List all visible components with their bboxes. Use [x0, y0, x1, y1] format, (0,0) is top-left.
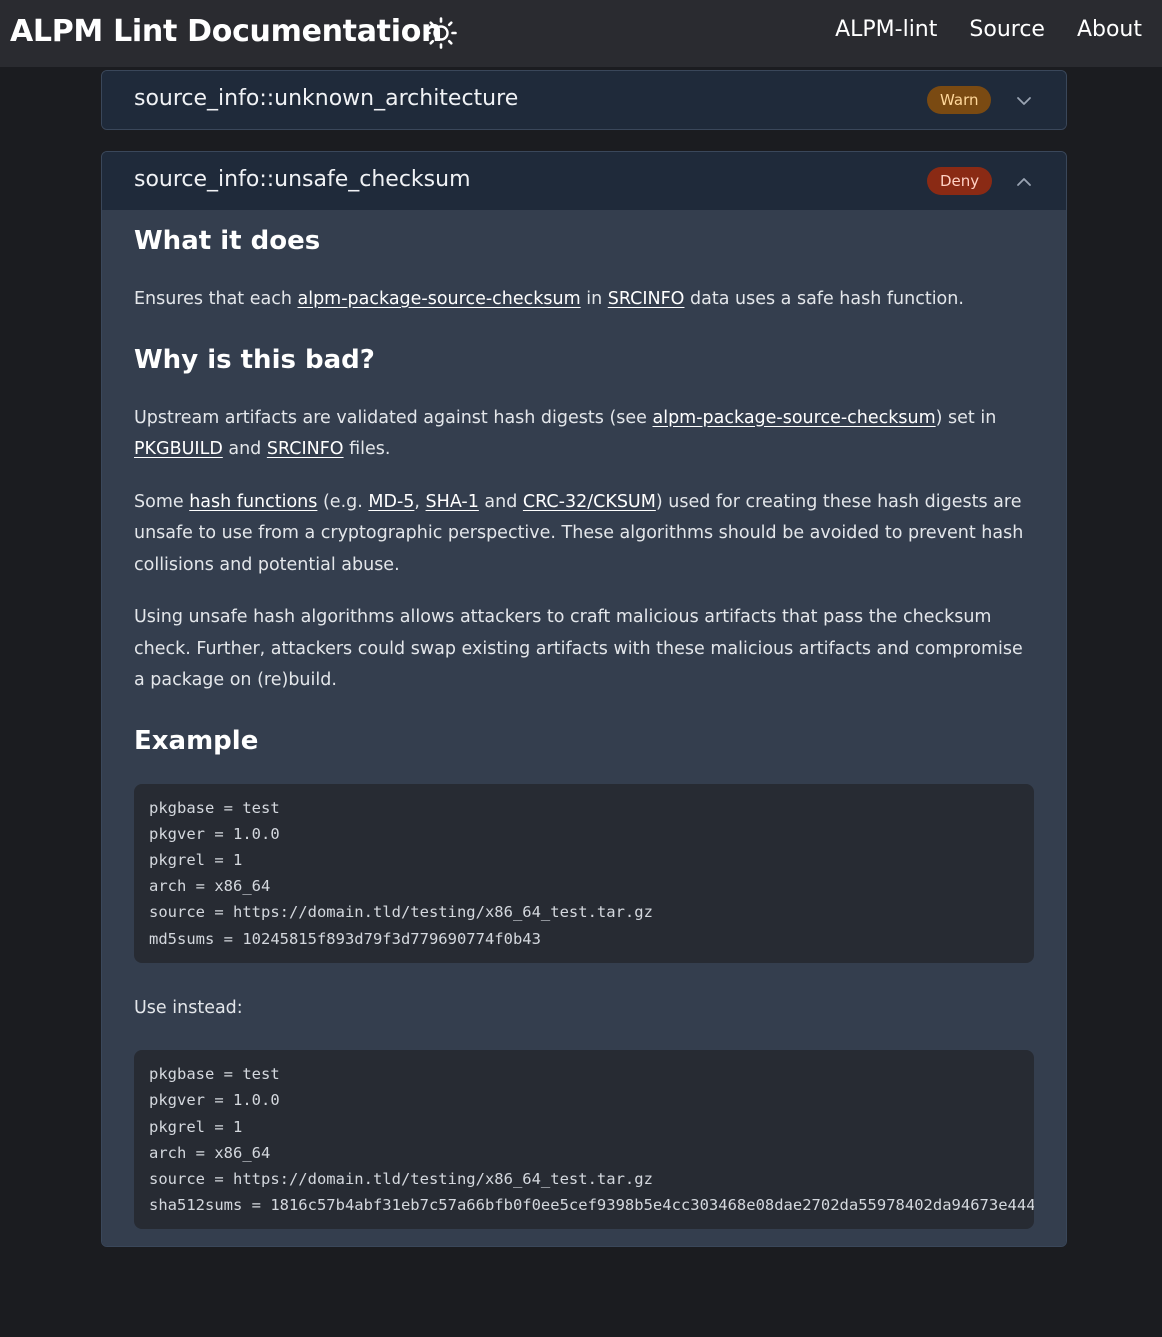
link-srcinfo[interactable]: SRCINFO	[267, 439, 344, 459]
nav-link-about[interactable]: About	[1077, 17, 1142, 42]
section-heading-why: Why is this bad?	[134, 344, 375, 375]
link-srcinfo[interactable]: SRCINFO	[608, 289, 685, 309]
why-paragraph-2: Some hash functions (e.g. MD-5, SHA-1 an…	[134, 491, 1024, 575]
main-nav: ALPM-lint Source About	[835, 17, 1142, 42]
section-heading-example: Example	[134, 725, 259, 756]
lint-rule-body: What it does Ensures that each alpm-pack…	[102, 210, 1066, 1246]
level-badge-deny: Deny	[927, 167, 993, 195]
sun-icon	[425, 17, 457, 49]
lint-rule-title: source_info::unknown_architecture	[134, 86, 519, 111]
link-pkgbuild[interactable]: PKGBUILD	[134, 439, 223, 459]
chevron-down-icon[interactable]	[1014, 91, 1034, 111]
link-sha1[interactable]: SHA-1	[426, 492, 479, 512]
why-paragraph-1: Upstream artifacts are validated against…	[134, 407, 997, 460]
link-hash-functions[interactable]: hash functions	[189, 492, 317, 512]
nav-link-source[interactable]: Source	[969, 17, 1045, 42]
chevron-up-icon[interactable]	[1014, 172, 1034, 192]
theme-toggle-button[interactable]	[424, 16, 458, 50]
lint-rule-panel-unknown-architecture: source_info::unknown_architecture Warn	[101, 70, 1067, 130]
nav-link-alpm-lint[interactable]: ALPM-lint	[835, 17, 937, 42]
link-alpm-package-source-checksum[interactable]: alpm-package-source-checksum	[297, 289, 580, 309]
lint-rule-header[interactable]: source_info::unknown_architecture Warn	[102, 71, 1066, 129]
link-crc32-cksum[interactable]: CRC-32/CKSUM	[523, 492, 656, 512]
section-heading-what: What it does	[134, 226, 321, 256]
link-md5[interactable]: MD-5	[368, 492, 414, 512]
link-alpm-package-source-checksum[interactable]: alpm-package-source-checksum	[652, 408, 935, 428]
what-it-does-text: Ensures that each alpm-package-source-ch…	[134, 289, 964, 309]
lint-rule-panel-unsafe-checksum: source_info::unsafe_checksum Deny What i…	[101, 151, 1067, 1247]
code-block-example[interactable]: pkgbase = test pkgver = 1.0.0 pkgrel = 1…	[134, 783, 1034, 963]
why-paragraph-3: Using unsafe hash algorithms allows atta…	[134, 607, 1023, 690]
lint-rule-title: source_info::unsafe_checksum	[134, 167, 471, 192]
level-badge-warn: Warn	[927, 86, 992, 114]
top-navigation-bar: ALPM Lint Documentation ALPM-lint Source…	[0, 0, 1162, 67]
lint-rule-header[interactable]: source_info::unsafe_checksum Deny	[102, 152, 1066, 210]
code-block-use-instead[interactable]: pkgbase = test pkgver = 1.0.0 pkgrel = 1…	[134, 1050, 1034, 1230]
use-instead-label: Use instead:	[134, 997, 243, 1018]
site-title[interactable]: ALPM Lint Documentation	[10, 14, 442, 49]
